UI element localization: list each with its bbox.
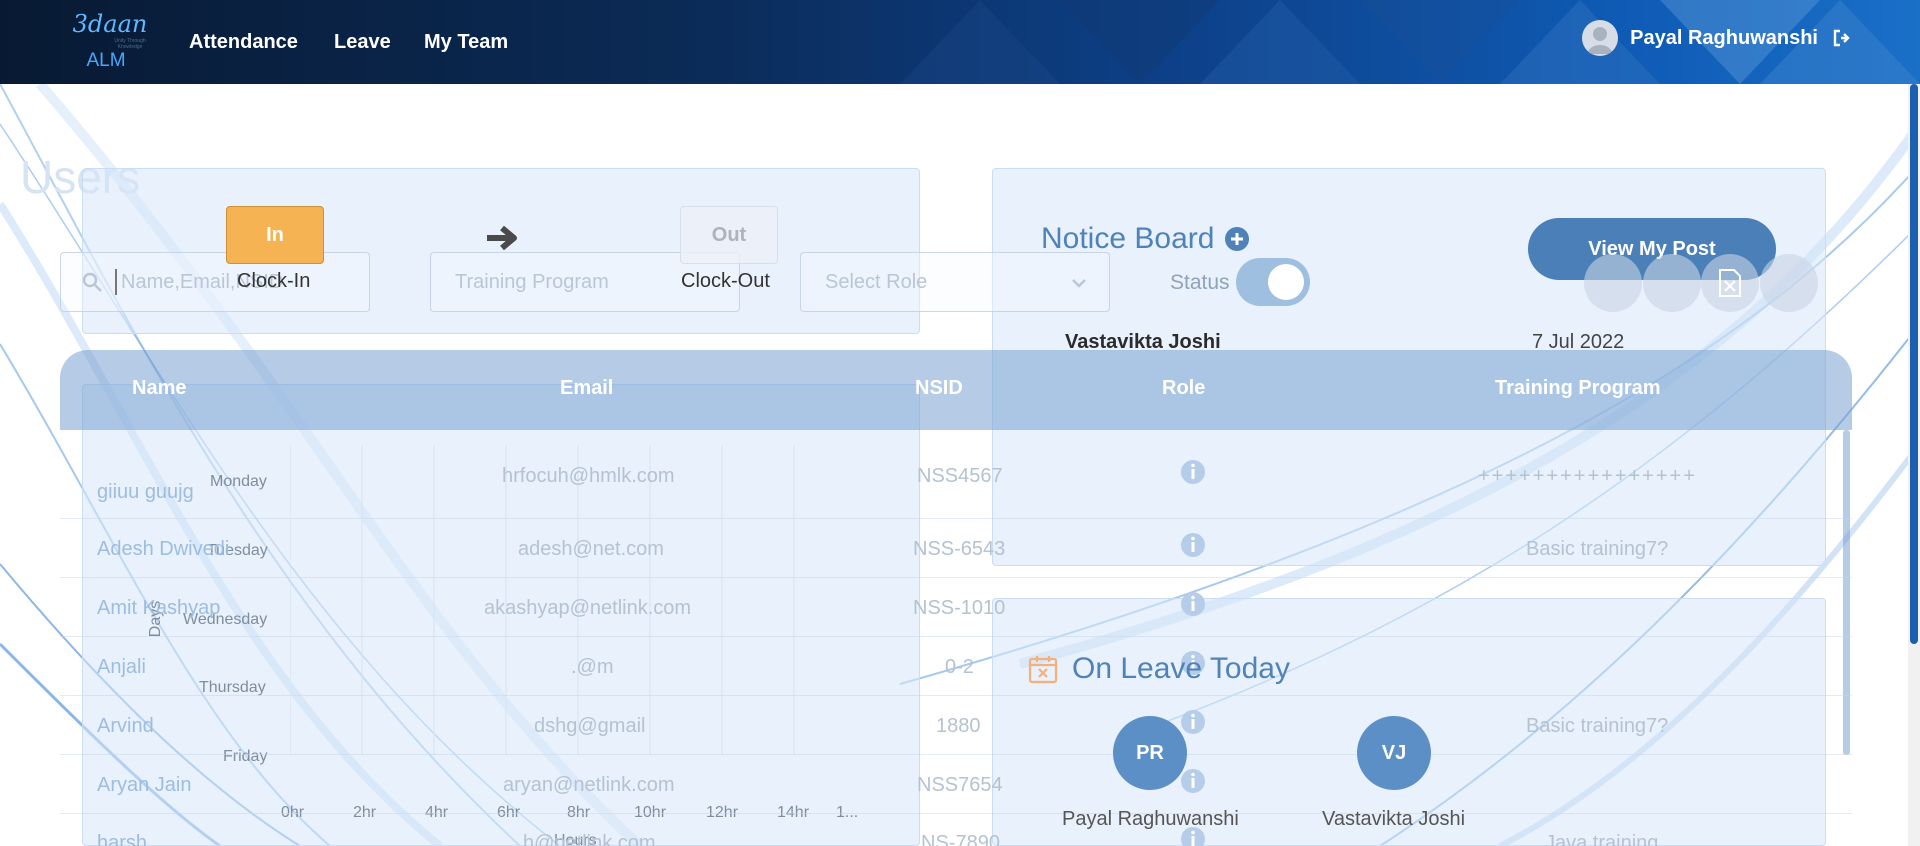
cell-training: Basic training7? <box>1526 715 1669 737</box>
row-divider <box>60 518 1852 519</box>
leave-person-name: Vastavikta Joshi <box>1322 808 1466 830</box>
info-icon[interactable] <box>1180 591 1206 617</box>
col-training-program[interactable]: Training Program <box>1495 377 1661 400</box>
clock-out-button[interactable]: Out <box>680 206 778 264</box>
user-name: Payal Raghuwanshi <box>1630 26 1818 49</box>
clock-in-label: Clock-In <box>237 270 311 292</box>
cell-email: aryan@netlink.com <box>503 774 675 796</box>
action-button-1[interactable] <box>1584 254 1642 312</box>
clock-in-button[interactable]: In <box>226 206 324 264</box>
status-label: Status <box>1170 271 1230 294</box>
status-toggle-knob <box>1268 264 1304 300</box>
user-menu[interactable]: Payal Raghuwanshi <box>1582 20 1852 56</box>
chevron-down-icon <box>1072 279 1086 288</box>
leave-avatar[interactable]: PR <box>1113 716 1187 790</box>
cell-email: h@netlink.com <box>523 832 656 846</box>
row-divider <box>60 754 1852 755</box>
info-icon[interactable] <box>1180 768 1206 794</box>
notice-board-title-text: Notice Board <box>1041 222 1215 255</box>
logo-app-name: ALM <box>86 50 126 71</box>
role-placeholder: Select Role <box>825 270 928 293</box>
col-nsid[interactable]: NSID <box>915 377 963 400</box>
cell-nsid: NS-7890 <box>921 832 1000 846</box>
on-leave-title: On Leave Today <box>1028 652 1290 686</box>
col-email[interactable]: Email <box>560 377 613 400</box>
table-scrollbar[interactable] <box>1843 430 1850 755</box>
cell-email: .@m <box>571 656 614 678</box>
logo-tagline: Unity Through Knowledge <box>114 38 146 50</box>
cell-training: ++++++++++++++++ <box>1478 465 1697 487</box>
chart-day-friday: Friday <box>223 748 268 765</box>
brand-logo[interactable]: 3daan Unity Through Knowledge ALM <box>66 10 154 72</box>
nav-attendance[interactable]: Attendance <box>189 31 298 54</box>
cell-email: dshg@gmail <box>534 715 646 737</box>
action-button-4[interactable] <box>1760 254 1818 312</box>
logo-script: 3daan <box>72 10 148 38</box>
cell-training: Java training <box>1545 832 1659 846</box>
notice-board-title: Notice Board <box>1041 222 1250 256</box>
training-program-placeholder: Training Program <box>455 270 609 293</box>
cell-name[interactable]: giiuu guujg <box>97 481 194 504</box>
cell-nsid: NSS-6543 <box>913 538 1006 560</box>
cell-nsid: NSS7654 <box>917 774 1003 796</box>
search-icon <box>82 272 102 292</box>
info-icon[interactable] <box>1180 709 1206 735</box>
info-icon[interactable] <box>1180 532 1206 558</box>
status-toggle[interactable] <box>1236 258 1310 306</box>
cell-training: Basic training7? <box>1526 538 1669 560</box>
top-navbar: 3daan Unity Through Knowledge ALM Attend… <box>0 0 1920 84</box>
excel-file-icon <box>1719 269 1741 297</box>
cell-nsid: NSS4567 <box>917 465 1003 487</box>
cell-nsid: NSS-1010 <box>913 597 1006 619</box>
row-divider <box>60 695 1852 696</box>
on-leave-title-text: On Leave Today <box>1072 652 1290 685</box>
col-role[interactable]: Role <box>1162 377 1205 400</box>
logout-icon[interactable] <box>1832 28 1852 48</box>
leave-person-name: Payal Raghuwanshi <box>1062 808 1239 830</box>
action-button-2[interactable] <box>1643 254 1701 312</box>
row-divider <box>60 577 1852 578</box>
page-scrollbar[interactable] <box>1908 84 1920 846</box>
cell-nsid: 0-2 <box>945 656 974 678</box>
page-scrollbar-thumb[interactable] <box>1910 84 1918 644</box>
nav-my-team[interactable]: My Team <box>424 31 508 54</box>
cell-nsid: 1880 <box>936 715 981 737</box>
cell-name[interactable]: Aryan Jain <box>97 774 192 797</box>
cell-email: hrfocuh@hmlk.com <box>502 465 675 487</box>
role-select[interactable]: Select Role <box>800 252 1110 312</box>
chart-day-monday: Monday <box>210 473 267 490</box>
add-notice-icon[interactable] <box>1224 226 1250 252</box>
export-excel-button[interactable] <box>1701 254 1759 312</box>
cell-name[interactable]: harsh <box>97 832 147 846</box>
calendar-x-icon <box>1028 656 1058 684</box>
info-icon[interactable] <box>1180 459 1206 485</box>
cell-email: adesh@net.com <box>518 538 664 560</box>
weekly-hours-grid <box>290 445 795 755</box>
clock-out-label: Clock-Out <box>681 270 770 292</box>
user-avatar-icon <box>1582 20 1619 56</box>
cell-name[interactable]: Amit Kashyap <box>97 597 220 620</box>
col-name[interactable]: Name <box>132 377 186 400</box>
cell-name[interactable]: Adesh Dwivedi <box>97 538 229 561</box>
arrow-right-icon <box>487 225 517 251</box>
cell-name[interactable]: Arvind <box>97 715 154 738</box>
cell-name[interactable]: Anjali <box>97 656 146 679</box>
cell-email: akashyap@netlink.com <box>484 597 692 619</box>
row-divider <box>60 636 1852 637</box>
leave-avatar[interactable]: VJ <box>1357 716 1431 790</box>
row-divider <box>60 813 1852 814</box>
nav-leave[interactable]: Leave <box>334 31 391 54</box>
